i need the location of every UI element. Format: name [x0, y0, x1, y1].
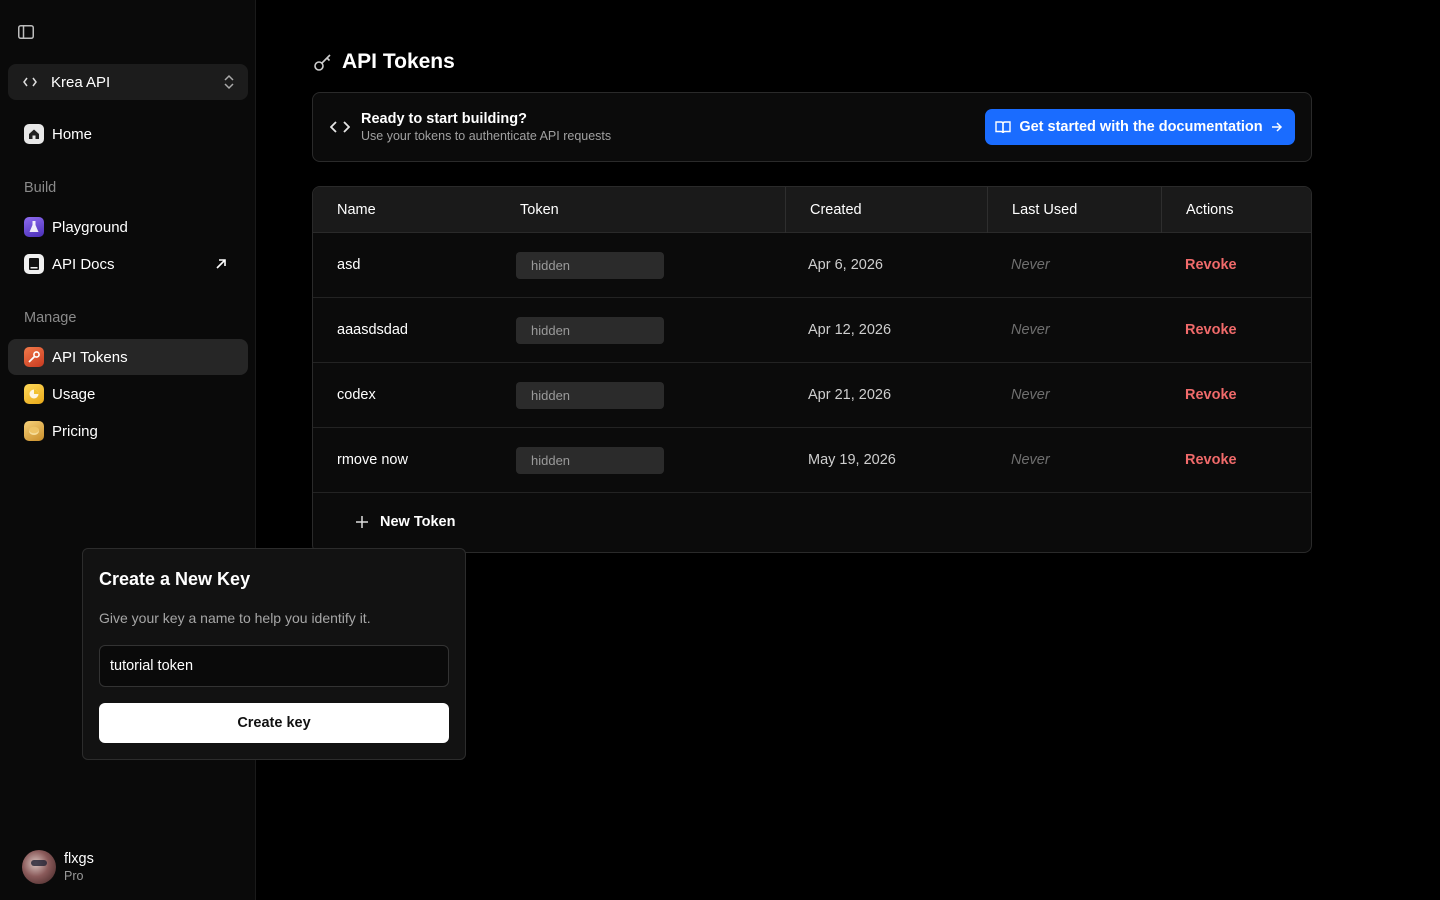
- sidebar-item-api-tokens[interactable]: API Tokens: [8, 339, 248, 375]
- sidebar-toggle-icon[interactable]: [16, 22, 36, 42]
- token-last-used: Never: [1011, 257, 1050, 273]
- token-name: codex: [337, 387, 376, 403]
- token-value[interactable]: hidden: [516, 381, 664, 409]
- sidebar-item-pricing[interactable]: Pricing: [8, 413, 248, 449]
- page-title-text: API Tokens: [342, 50, 455, 73]
- home-icon: [24, 124, 44, 144]
- book-icon: [995, 119, 1012, 135]
- token-last-used: Never: [1011, 387, 1050, 403]
- column-header-name: Name: [337, 202, 376, 218]
- chevron-updown-icon: [222, 73, 236, 91]
- column-header-token: Token: [520, 202, 559, 218]
- table-row: codex hidden Apr 21, 2026 Never Revoke: [313, 363, 1311, 428]
- token-value[interactable]: hidden: [516, 316, 664, 344]
- popover-title: Create a New Key: [99, 569, 251, 589]
- revoke-button[interactable]: Revoke: [1185, 428, 1237, 492]
- new-token-label: New Token: [380, 514, 456, 530]
- token-name: rmove now: [337, 452, 408, 468]
- token-created: Apr 21, 2026: [808, 387, 892, 403]
- tokens-table: Name Token Created Last Used Actions asd…: [312, 186, 1312, 553]
- key-name-input[interactable]: [99, 645, 449, 687]
- token-created: Apr 6, 2026: [808, 257, 883, 273]
- create-key-popover: Create a New Key Give your key a name to…: [82, 548, 466, 760]
- workspace-switcher[interactable]: Krea API: [8, 64, 248, 100]
- key-icon: [24, 347, 44, 367]
- user-name: flxgs: [64, 851, 94, 867]
- usage-icon: [24, 384, 44, 404]
- create-key-button[interactable]: Create key: [99, 703, 449, 743]
- user-plan: Pro: [64, 869, 84, 883]
- sidebar-item-label: Home: [52, 125, 93, 143]
- table-row: rmove now hidden May 19, 2026 Never Revo…: [313, 428, 1311, 493]
- column-header-last-used: Last Used: [987, 187, 1162, 233]
- section-label-manage: Manage: [24, 310, 77, 326]
- token-created: Apr 12, 2026: [808, 322, 892, 338]
- sidebar: Krea API Home Build Playground API Docs …: [0, 0, 256, 900]
- token-value[interactable]: hidden: [516, 446, 664, 474]
- revoke-button[interactable]: Revoke: [1185, 298, 1237, 362]
- table-row: asd hidden Apr 6, 2026 Never Revoke: [313, 233, 1311, 298]
- sidebar-item-label: API Docs: [52, 255, 115, 273]
- token-last-used: Never: [1011, 322, 1050, 338]
- banner-subtitle: Use your tokens to authenticate API requ…: [361, 129, 612, 143]
- sidebar-item-playground[interactable]: Playground: [8, 209, 248, 245]
- sidebar-item-label: API Tokens: [52, 348, 128, 366]
- revoke-button[interactable]: Revoke: [1185, 233, 1237, 297]
- new-token-button[interactable]: New Token: [355, 507, 455, 537]
- sidebar-item-label: Pricing: [52, 422, 98, 440]
- flask-icon: [24, 217, 44, 237]
- token-value[interactable]: hidden: [516, 251, 664, 279]
- key-icon: [313, 51, 335, 73]
- section-label-build: Build: [24, 180, 57, 196]
- page-title: API Tokens: [313, 50, 455, 74]
- sidebar-item-home[interactable]: Home: [8, 116, 248, 152]
- token-name: asd: [337, 257, 361, 273]
- coin-icon: [24, 421, 44, 441]
- banner-title: Ready to start building?: [361, 111, 527, 127]
- user-profile[interactable]: flxgs Pro: [22, 850, 94, 884]
- popover-description: Give your key a name to help you identif…: [99, 610, 371, 626]
- docs-icon: [24, 254, 44, 274]
- code-icon: [20, 72, 40, 92]
- token-created: May 19, 2026: [808, 452, 896, 468]
- sidebar-item-label: Usage: [52, 385, 96, 403]
- table-header: Name Token Created Last Used Actions: [313, 187, 1311, 233]
- column-header-created: Created: [785, 187, 988, 233]
- token-name: aaasdsdad: [337, 322, 408, 338]
- arrow-up-right-icon: [214, 257, 228, 271]
- getting-started-banner: Ready to start building? Use your tokens…: [312, 92, 1312, 162]
- documentation-button-label: Get started with the documentation: [1019, 119, 1263, 135]
- sidebar-item-api-docs[interactable]: API Docs: [8, 246, 248, 282]
- sidebar-item-usage[interactable]: Usage: [8, 376, 248, 412]
- sidebar-item-label: Playground: [52, 218, 128, 236]
- token-last-used: Never: [1011, 452, 1050, 468]
- column-header-actions: Actions: [1161, 187, 1311, 233]
- table-row: aaasdsdad hidden Apr 12, 2026 Never Revo…: [313, 298, 1311, 363]
- code-icon: [329, 116, 351, 138]
- workspace-label: Krea API: [51, 73, 111, 91]
- avatar: [22, 850, 56, 884]
- revoke-button[interactable]: Revoke: [1185, 363, 1237, 427]
- plus-icon: [355, 514, 371, 530]
- arrow-right-icon: [1271, 120, 1285, 134]
- documentation-button[interactable]: Get started with the documentation: [985, 109, 1295, 145]
